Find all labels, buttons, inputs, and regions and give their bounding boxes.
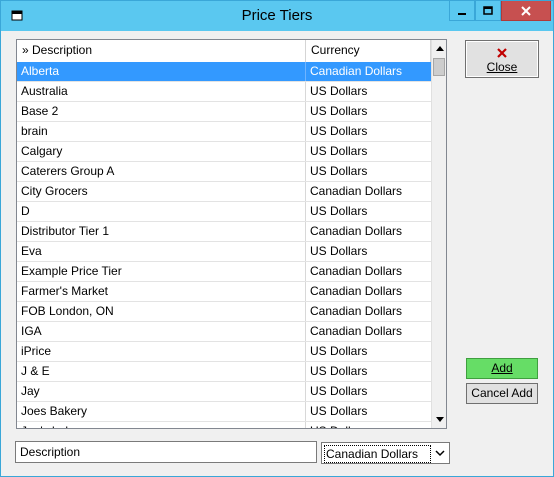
list-item-currency: US Dollars bbox=[310, 84, 368, 98]
list-item-currency: US Dollars bbox=[306, 422, 431, 428]
scroll-up-button[interactable] bbox=[432, 40, 446, 57]
list-item[interactable]: Joe's bakeryUS Dollars bbox=[17, 422, 431, 428]
list-item-currency: US Dollars bbox=[310, 384, 368, 398]
list-item-currency: Canadian Dollars bbox=[310, 184, 403, 198]
list-item[interactable]: Example Price Tier Canadian Dollars bbox=[17, 262, 431, 282]
list-item-currency: Canadian Dollars bbox=[310, 224, 403, 238]
list-item-currency: Canadian Dollars bbox=[310, 264, 403, 278]
title-bar[interactable]: Price Tiers bbox=[1, 1, 553, 31]
list-item-currency: US Dollars bbox=[310, 124, 368, 138]
list-item-description: FOB London, ON bbox=[17, 302, 306, 321]
scroll-down-button[interactable] bbox=[432, 411, 446, 428]
list-item-description: J & E bbox=[17, 362, 306, 381]
list-item[interactable]: IGA Canadian Dollars bbox=[17, 322, 431, 342]
close-button[interactable]: Close bbox=[465, 40, 539, 78]
red-x-icon bbox=[497, 48, 507, 58]
price-tier-list[interactable]: » Description Currency Alberta Canadian D… bbox=[16, 39, 447, 429]
list-item-description: Calgary bbox=[17, 142, 306, 161]
list-item[interactable]: City Grocers Canadian Dollars bbox=[17, 182, 431, 202]
list-item-description: Eva bbox=[17, 242, 306, 261]
list-item-currency: Canadian Dollars bbox=[310, 324, 403, 338]
list-item-currency: US Dollars bbox=[310, 244, 368, 258]
list-item-currency: US Dollars bbox=[310, 364, 368, 378]
list-item[interactable]: Australia US Dollars bbox=[17, 82, 431, 102]
list-item[interactable]: Joes Bakery US Dollars bbox=[17, 402, 431, 422]
list-item-currency: US Dollars bbox=[310, 344, 368, 358]
list-item-description: iPrice bbox=[17, 342, 306, 361]
list-item-description: IGA bbox=[17, 322, 306, 341]
list-item[interactable]: brain US Dollars bbox=[17, 122, 431, 142]
list-item-currency: Canadian Dollars bbox=[310, 304, 403, 318]
list-item-description: Caterers Group A bbox=[17, 162, 306, 181]
currency-select-value: Canadian Dollars bbox=[324, 445, 431, 463]
arrow-up-icon bbox=[435, 46, 444, 51]
minimize-icon bbox=[458, 12, 466, 15]
close-button-label: Close bbox=[486, 60, 518, 74]
column-header-description[interactable]: » Description bbox=[17, 40, 306, 62]
column-header-currency[interactable]: Currency bbox=[306, 40, 431, 62]
scroll-thumb[interactable] bbox=[433, 58, 445, 76]
price-tiers-window: Price Tiers » Description Currency Alber… bbox=[0, 0, 554, 477]
list-item[interactable]: Farmer's Market Canadian Dollars bbox=[17, 282, 431, 302]
list-item-description: Base 2 bbox=[17, 102, 306, 121]
list-item[interactable]: Jay US Dollars bbox=[17, 382, 431, 402]
list-item[interactable]: Distributor Tier 1 Canadian Dollars bbox=[17, 222, 431, 242]
list-item-description: Joes Bakery bbox=[17, 402, 306, 421]
add-button[interactable]: Add bbox=[466, 358, 538, 379]
maximize-icon bbox=[483, 5, 493, 15]
list-item-currency: Canadian Dollars bbox=[310, 64, 403, 78]
list-item[interactable]: iPrice US Dollars bbox=[17, 342, 431, 362]
list-item-currency: US Dollars bbox=[310, 204, 368, 218]
list-item-description: Australia bbox=[17, 82, 306, 101]
list-rows: Alberta Canadian Dollars Australia US Dolla… bbox=[17, 62, 431, 428]
list-item-description: Jay bbox=[17, 382, 306, 401]
list-item[interactable]: Caterers Group A US Dollars bbox=[17, 162, 431, 182]
window-close-button[interactable] bbox=[501, 1, 551, 21]
list-item-currency: US Dollars bbox=[310, 404, 368, 418]
list-item[interactable]: Eva US Dollars bbox=[17, 242, 431, 262]
arrow-down-icon bbox=[435, 417, 444, 422]
list-item-description: City Grocers bbox=[17, 182, 306, 201]
list-item-description: Example Price Tier bbox=[17, 262, 306, 281]
description-input[interactable] bbox=[15, 441, 317, 463]
list-item[interactable]: D US Dollars bbox=[17, 202, 431, 222]
maximize-button[interactable] bbox=[475, 1, 501, 21]
chevron-down-icon bbox=[435, 450, 445, 457]
list-item-currency: US Dollars bbox=[310, 144, 368, 158]
cancel-add-button[interactable]: Cancel Add bbox=[466, 383, 538, 404]
list-item[interactable]: FOB London, ON Canadian Dollars bbox=[17, 302, 431, 322]
list-item-description: Distributor Tier 1 bbox=[17, 222, 306, 241]
list-item[interactable]: Calgary US Dollars bbox=[17, 142, 431, 162]
list-item-description: Joe's bakery bbox=[17, 422, 306, 428]
list-header: » Description Currency bbox=[17, 40, 431, 63]
list-item-currency: US Dollars bbox=[310, 164, 368, 178]
list-item-description: Alberta bbox=[17, 62, 306, 81]
list-item-currency: Canadian Dollars bbox=[310, 284, 403, 298]
vertical-scrollbar[interactable] bbox=[431, 40, 446, 428]
minimize-button[interactable] bbox=[449, 1, 475, 21]
list-item[interactable]: Alberta Canadian Dollars bbox=[17, 62, 431, 82]
list-item-description: D bbox=[17, 202, 306, 221]
list-item-description: brain bbox=[17, 122, 306, 141]
list-item[interactable]: J & E US Dollars bbox=[17, 362, 431, 382]
currency-select[interactable]: Canadian Dollars bbox=[321, 442, 450, 464]
close-icon bbox=[521, 5, 531, 16]
list-item-currency: US Dollars bbox=[310, 104, 368, 118]
list-item-description: Farmer's Market bbox=[17, 282, 306, 301]
list-item[interactable]: Base 2 US Dollars bbox=[17, 102, 431, 122]
